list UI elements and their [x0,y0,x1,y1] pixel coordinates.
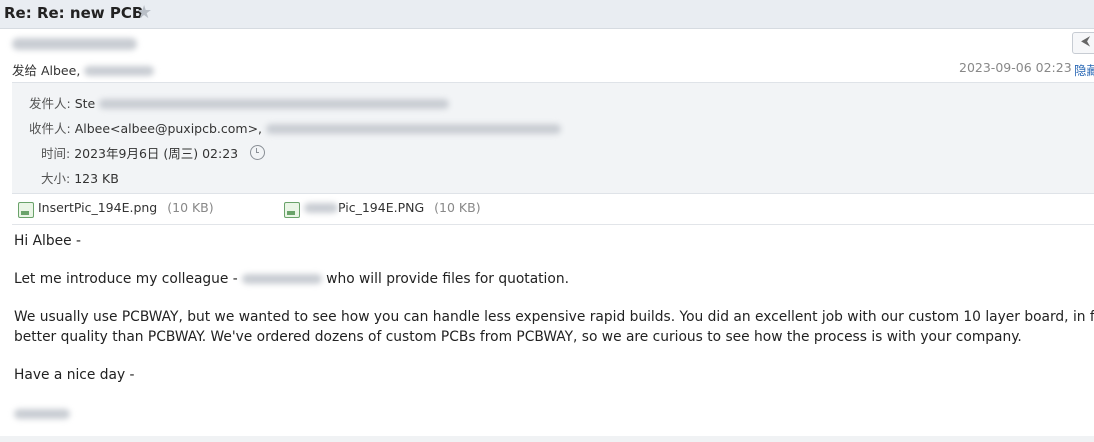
blurred-to [266,124,562,134]
intro-before: Let me introduce my colleague - [14,271,243,287]
star-icon[interactable]: ★ [136,2,152,23]
paragraph-line-1: We usually use PCBWAY, but we wanted to … [14,309,1094,325]
email-date: 2023-09-06 02:23 [959,60,1072,75]
blurred-colleague [242,274,323,284]
time-label: 时间: [41,146,75,161]
blurred-recipient [84,66,155,76]
size-row: 大小: 123 KB [41,168,119,187]
hide-details-link[interactable]: 隐藏 [1074,60,1094,79]
email-body: Hi Albee - Let me introduce my colleague… [14,232,1094,423]
from-row: 发件人: Ste [29,93,450,112]
signature [14,404,1094,424]
from-label: 发件人: [29,96,75,111]
to-label: 收件人: [29,121,75,136]
reply-arrow-icon: ⮜ [1081,34,1091,49]
time-row: 时间: 2023年9月6日 (周三) 02:23 [41,143,266,162]
greeting: Hi Albee - [14,233,81,249]
attachment-size: (10 KB) [167,200,214,215]
blurred-from [99,99,450,109]
details-panel: 发件人: Ste 收件人: Albee<albee@puxipcb.com>, … [12,82,1094,194]
closing: Have a nice day - [14,366,135,383]
bottom-divider [0,436,1094,442]
blurred-attachment-prefix [304,203,338,213]
attachment-name[interactable]: Pic_194E.PNG [338,200,424,215]
from-value[interactable]: Ste [75,96,96,111]
image-file-icon [284,202,300,218]
attachment-name[interactable]: InsertPic_194E.png [38,200,157,215]
email-subject: Re: Re: new PCB [4,4,144,22]
attachment-size: (10 KB) [434,200,481,215]
time-value: 2023年9月6日 (周三) 02:23 [74,146,239,161]
attachment-1[interactable]: InsertPic_194E.png (10 KB) [38,200,214,215]
attachment-2[interactable]: Pic_194E.PNG (10 KB) [304,200,481,215]
reply-button[interactable]: ⮜ [1072,32,1094,54]
blurred-signature [14,408,70,419]
attachments-bar: InsertPic_194E.png (10 KB) Pic_194E.PNG (1… [12,194,1094,225]
intro-after: who will provide files for quotation. [326,271,569,287]
size-value: 123 KB [74,171,119,186]
recipients-summary: 发给 Albee, [12,60,155,79]
image-file-icon [18,202,34,218]
to-row: 收件人: Albee<albee@puxipcb.com>, [29,118,562,137]
clock-icon[interactable] [250,145,266,160]
subject-bar: Re: Re: new PCB ★ [0,0,1094,29]
size-label: 大小: [41,171,75,186]
paragraph-line-2: better quality than PCBWAY. We've ordere… [14,328,1022,345]
sendto-label: 发给 Albee, [12,63,85,78]
to-value[interactable]: Albee<albee@puxipcb.com>, [75,121,266,136]
sender-name[interactable] [12,36,142,54]
intro-line: Let me introduce my colleague - who will… [14,270,1094,290]
